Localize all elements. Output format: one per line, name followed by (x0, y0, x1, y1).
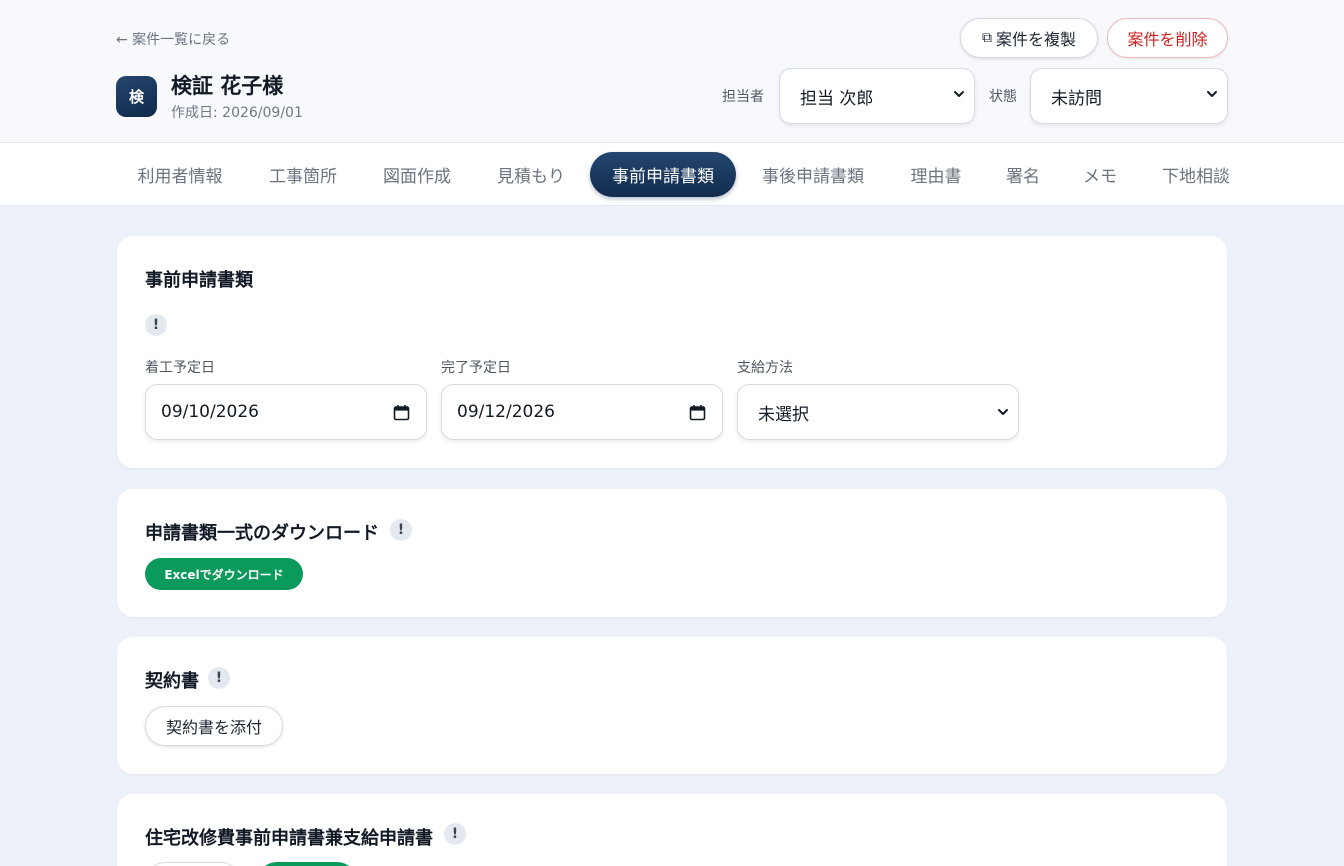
tab-estimate[interactable]: 見積もり (483, 152, 579, 197)
excel-download-button[interactable]: Excelでダウンロード (145, 558, 303, 590)
end-date-input[interactable]: 09/12/2026 (441, 384, 723, 440)
status-select[interactable]: 未訪問 (1030, 68, 1228, 124)
assignee-value: 担当 次郎 (800, 88, 874, 109)
chevron-down-icon (998, 409, 1008, 415)
card-title: 契約書 (145, 671, 199, 692)
assignee-label: 担当者 (722, 89, 764, 105)
download-button[interactable] (257, 862, 357, 866)
tab-drawing[interactable]: 図面作成 (369, 152, 465, 197)
copy-icon: ⧉ (981, 30, 992, 46)
payment-method-label: 支給方法 (737, 360, 793, 376)
card-title: 申請書類一式のダウンロード (145, 523, 379, 544)
page-header: ← 案件一覧に戻る 検 検証 花子様 作成日: 2026/09/01 ⧉ 案件を… (0, 0, 1344, 143)
calendar-icon[interactable] (689, 404, 706, 421)
tab-post-application[interactable]: 事後申請書類 (749, 152, 877, 197)
client-name: 検証 花子様 (171, 74, 284, 98)
tab-memo[interactable]: メモ (1070, 152, 1130, 197)
start-date-value: 09/10/2026 (161, 402, 259, 422)
start-date-label: 着工予定日 (145, 360, 215, 376)
chevron-down-icon (954, 91, 964, 97)
attach-contract-button[interactable]: 契約書を添付 (145, 706, 283, 746)
tab-base-consultation[interactable]: 下地相談 (1150, 152, 1242, 197)
status-value: 未訪問 (1051, 88, 1102, 109)
download-card: 申請書類一式のダウンロード ! Excelでダウンロード (117, 489, 1227, 617)
assignee-select[interactable]: 担当 次郎 (779, 68, 975, 124)
info-icon[interactable]: ! (208, 667, 230, 689)
delete-case-label: 案件を削除 (1127, 30, 1208, 49)
card-title: 事前申請書類 (145, 270, 253, 291)
payment-method-value: 未選択 (758, 404, 809, 425)
tab-work-location[interactable]: 工事箇所 (255, 152, 351, 197)
end-date-label: 完了予定日 (441, 360, 511, 376)
avatar: 検 (116, 76, 157, 117)
tab-bar: 利用者情報 工事箇所 図面作成 見積もり 事前申請書類 事後申請書類 理由書 署… (0, 143, 1344, 206)
info-icon[interactable]: ! (390, 519, 412, 541)
info-icon[interactable]: ! (145, 314, 167, 336)
tab-reason[interactable]: 理由書 (896, 152, 976, 197)
status-label: 状態 (989, 89, 1017, 105)
start-date-input[interactable]: 09/10/2026 (145, 384, 427, 440)
tab-user-info[interactable]: 利用者情報 (120, 152, 240, 197)
tab-signature[interactable]: 署名 (993, 152, 1053, 197)
end-date-value: 09/12/2026 (457, 402, 555, 422)
contract-card: 契約書 ! 契約書を添付 (117, 637, 1227, 774)
back-to-list-link[interactable]: ← 案件一覧に戻る (116, 29, 230, 49)
tab-pre-application[interactable]: 事前申請書類 (590, 152, 736, 197)
delete-case-button[interactable]: 案件を削除 (1107, 18, 1228, 58)
chevron-down-icon (1207, 91, 1217, 97)
created-date: 作成日: 2026/09/01 (171, 105, 303, 121)
pre-application-card: 事前申請書類 ! 着工予定日 09/10/2026 完了予定日 09/12/20… (117, 236, 1227, 468)
duplicate-case-button[interactable]: ⧉ 案件を複製 (960, 18, 1098, 58)
renovation-application-card: 住宅改修費事前申請書兼支給申請書 ! (117, 794, 1227, 866)
payment-method-select[interactable]: 未選択 (737, 384, 1019, 440)
card-title: 住宅改修費事前申請書兼支給申請書 (145, 828, 433, 849)
duplicate-case-label: 案件を複製 (995, 30, 1076, 49)
attach-button[interactable] (145, 862, 241, 866)
calendar-icon[interactable] (393, 404, 410, 421)
info-icon[interactable]: ! (444, 823, 466, 845)
